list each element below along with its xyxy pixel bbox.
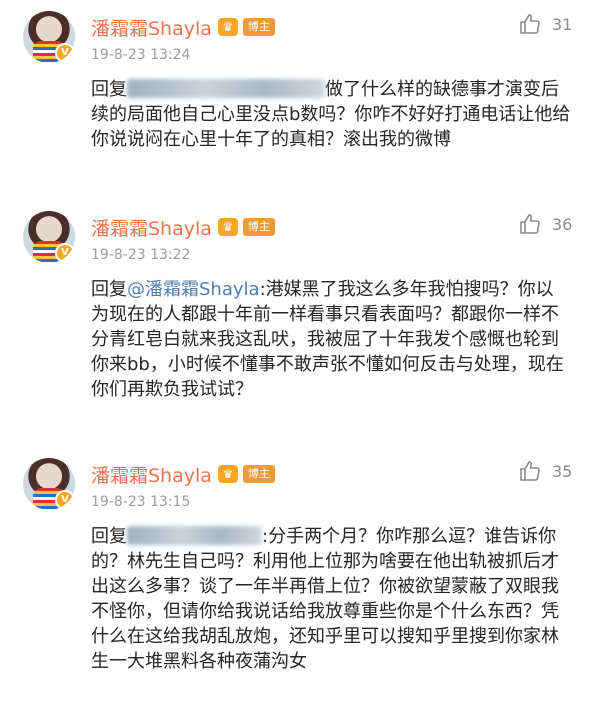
author-badge: 博主: [242, 218, 275, 236]
comment-text: 回复:分手两个月？你咋那么逗？谁告诉你的？林先生自己吗？利用他上位那为啥要在他出…: [91, 526, 559, 672]
redacted-username: [127, 79, 325, 98]
like-button[interactable]: 36: [518, 212, 572, 236]
like-button[interactable]: 35: [518, 459, 572, 483]
crown-icon: ♛: [217, 18, 238, 36]
thumbs-up-icon: [520, 461, 540, 481]
comment-timestamp: 19-8-23 13:24: [91, 47, 191, 63]
comment-timestamp: 19-8-23 13:15: [91, 494, 191, 510]
crown-icon: ♛: [217, 465, 238, 483]
username-link[interactable]: 潘霜霜Shayla: [91, 214, 212, 241]
verified-icon: V: [55, 43, 75, 63]
like-count: 36: [552, 214, 573, 234]
redacted-username: [127, 526, 262, 545]
like-count: 35: [552, 461, 573, 481]
verified-icon: V: [55, 490, 75, 510]
like-count: 31: [552, 14, 573, 34]
avatar[interactable]: V: [23, 11, 75, 63]
author-badge: 博主: [242, 18, 275, 36]
author-badge: 博主: [242, 465, 275, 483]
comment-text: 回复 做了什么样的缺德事才演变后续的局面他自己心里没点b数吗？你咋不好好打通电话让…: [91, 79, 571, 150]
comment-timestamp: 19-8-23 13:22: [91, 247, 191, 263]
comment-text: 回复@潘霜霜Shayla:港媒黑了我这么多年我怕搜吗？你以为现在的人都跟十年前一…: [91, 279, 564, 400]
verified-icon: V: [55, 243, 75, 263]
thumbs-up-icon: [520, 214, 540, 234]
username-link[interactable]: 潘霜霜Shayla: [91, 14, 212, 41]
avatar[interactable]: V: [23, 211, 75, 263]
thumbs-up-icon: [520, 14, 540, 34]
like-button[interactable]: 31: [518, 12, 572, 36]
avatar[interactable]: V: [23, 458, 75, 510]
username-link[interactable]: 潘霜霜Shayla: [91, 461, 212, 488]
crown-icon: ♛: [217, 218, 238, 236]
mention-link[interactable]: @潘霜霜Shayla: [127, 279, 260, 300]
